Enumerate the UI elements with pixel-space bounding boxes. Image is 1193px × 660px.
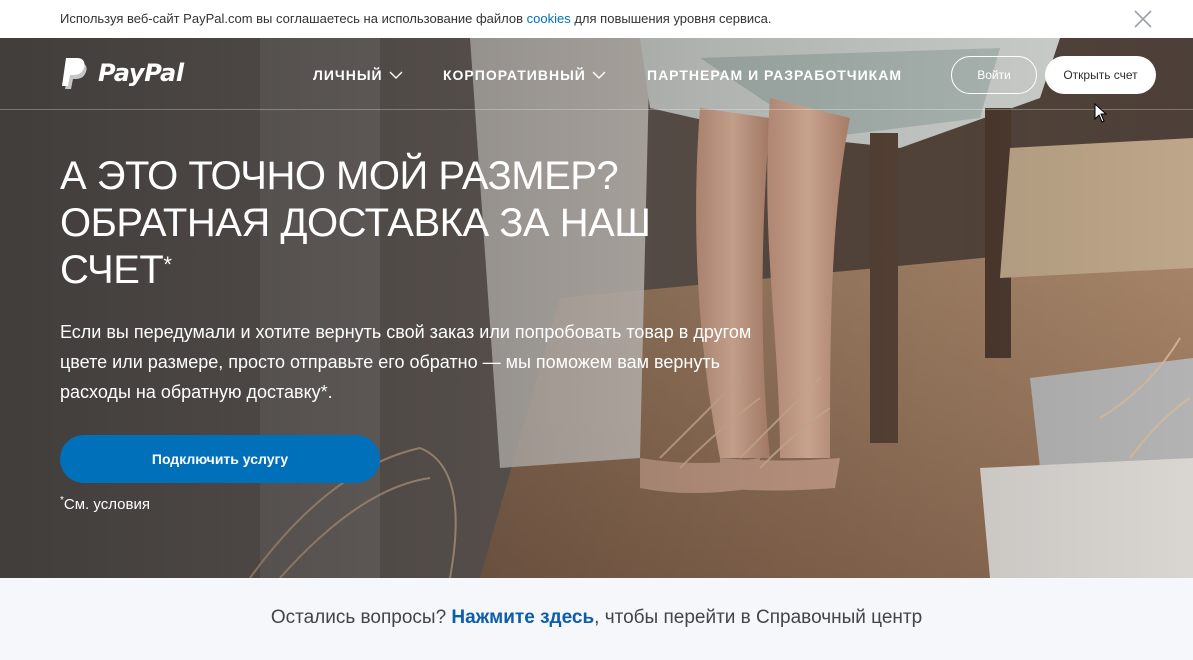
close-icon[interactable] — [1132, 8, 1154, 30]
headline-footnote-mark: * — [163, 252, 172, 277]
cookie-notice-text-end: для повышения уровня сервиса. — [570, 11, 772, 26]
headline-line-3: СЧЕТ — [60, 248, 164, 292]
help-center-prompt: Остались вопросы? Нажмите здесь, чтобы п… — [0, 607, 1193, 629]
headline-line-2: ОБРАТНАЯ ДОСТАВКА ЗА НАШ — [60, 201, 651, 245]
help-text-before: Остались вопросы? — [270, 607, 452, 628]
nav-business-label: КОРПОРАТИВНЫЙ — [443, 67, 586, 83]
hero-background-photo — [0, 38, 1193, 578]
signup-button[interactable]: Открыть счет — [1045, 56, 1156, 94]
help-center-link[interactable]: Нажмите здесь — [451, 607, 594, 628]
nav-personal[interactable]: ЛИЧНЫЙ — [313, 67, 403, 83]
nav-personal-label: ЛИЧНЫЙ — [313, 67, 383, 83]
cookies-link[interactable]: cookies — [527, 11, 571, 26]
hero-headline: А ЭТО ТОЧНО МОЙ РАЗМЕР? ОБРАТНАЯ ДОСТАВК… — [60, 153, 700, 294]
nav-partners-label: ПАРТНЕРАМ И РАЗРАБОТЧИКАМ — [647, 67, 902, 83]
cookie-notice: Используя веб-сайт PayPal.com вы соглаша… — [60, 11, 771, 26]
cookie-notice-text: Используя веб-сайт PayPal.com вы соглаша… — [60, 11, 527, 26]
paypal-logo[interactable]: PayPal — [60, 56, 184, 90]
headline-line-1: А ЭТО ТОЧНО МОЙ РАЗМЕР? — [60, 154, 619, 198]
hero-section: PayPal ЛИЧНЫЙ КОРПОРАТИВНЫЙ ПАРТНЕРАМ И … — [0, 38, 1193, 578]
paypal-wordmark: PayPal — [98, 59, 184, 87]
cookie-banner: Используя веб-сайт PayPal.com вы соглаша… — [0, 0, 1193, 38]
login-button[interactable]: Войти — [951, 56, 1037, 94]
chevron-down-icon — [389, 71, 403, 79]
nav-business[interactable]: КОРПОРАТИВНЫЙ — [443, 67, 606, 83]
hero-description: Если вы передумали и хотите вернуть свой… — [60, 322, 752, 402]
chevron-down-icon — [592, 71, 606, 79]
paypal-logo-icon — [62, 58, 87, 89]
connect-service-button[interactable]: Подключить услугу — [60, 435, 380, 483]
help-center-section: Остались вопросы? Нажмите здесь, чтобы п… — [0, 578, 1193, 660]
mouse-cursor-icon — [1094, 103, 1108, 123]
nav-partners[interactable]: ПАРТНЕРАМ И РАЗРАБОТЧИКАМ — [647, 67, 902, 83]
top-navigation: PayPal ЛИЧНЫЙ КОРПОРАТИВНЫЙ ПАРТНЕРАМ И … — [0, 38, 1193, 110]
help-text-after: , чтобы перейти в Справочный центр — [594, 607, 923, 628]
terms-link-label: См. условия — [63, 496, 150, 513]
terms-link[interactable]: *См. условия — [60, 495, 150, 513]
